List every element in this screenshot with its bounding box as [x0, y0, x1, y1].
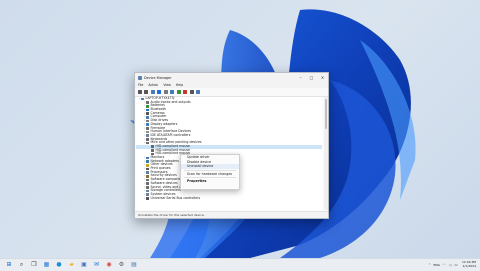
monitor-icon-glyph: [170, 90, 174, 94]
forward-icon-glyph: [144, 90, 148, 94]
search-icon[interactable]: ⌕: [18, 261, 26, 269]
security-icon: [146, 174, 149, 178]
device-manager-app-icon: [138, 75, 142, 80]
cpu-icon: [146, 171, 149, 174]
menu-separator: [184, 169, 236, 171]
edge-icon[interactable]: ●: [55, 261, 63, 269]
window-title: Device Manager: [144, 75, 172, 80]
back-icon[interactable]: [137, 90, 142, 95]
file-explorer-icon[interactable]: ▰: [68, 261, 76, 269]
monitor-icon: [146, 156, 149, 160]
clock-date: 1/1/2024: [462, 264, 476, 268]
storage-icon: [146, 189, 149, 193]
uninstall-icon[interactable]: [183, 90, 188, 95]
usb-icon: [146, 197, 149, 200]
monitor-icon[interactable]: [170, 90, 175, 95]
bluetooth-icon: [146, 108, 149, 112]
status-bar: Uninstalls the driver for the selected d…: [135, 211, 328, 218]
camera-icon: [146, 112, 149, 115]
title-bar[interactable]: Device Manager – □ ✕: [135, 73, 328, 82]
clock[interactable]: 12:00 PM 1/1/2024: [462, 261, 476, 268]
mouse-icon: [151, 149, 154, 152]
scan-icon[interactable]: [196, 90, 201, 95]
hid-icon: [146, 130, 149, 134]
language-indicator[interactable]: ENG: [434, 263, 440, 267]
properties-icon[interactable]: [150, 90, 155, 95]
taskbar: ⊞ ⌕ ❐ ▦ ● ▰ ▣ ✉ ◉ ⚙ ▤ ⌃ ENG ◠ ◁ ▭ 12:00 PM 1/1/202…: [0, 258, 480, 271]
vertical-scrollbar[interactable]: [324, 97, 328, 210]
keyboard-icon: [146, 138, 149, 141]
volume-icon[interactable]: ◁: [448, 263, 452, 267]
chrome-icon[interactable]: ◉: [105, 261, 113, 269]
update-driver-icon-glyph: [176, 90, 181, 94]
widgets-icon[interactable]: ▦: [43, 261, 51, 269]
taskbar-apps: ⊞ ⌕ ❐ ▦ ● ▰ ▣ ✉ ◉ ⚙ ▤: [5, 261, 143, 269]
wifi-icon[interactable]: ◠: [442, 263, 446, 267]
start-icon[interactable]: ⊞: [5, 261, 13, 269]
display-icon: [146, 123, 149, 126]
scan-icon-glyph: [196, 90, 200, 94]
settings-icon[interactable]: ⚙: [118, 261, 126, 269]
printer-icon: [146, 167, 149, 171]
help-icon-glyph: [157, 90, 161, 94]
system-icon: [146, 193, 149, 197]
scrollbar-thumb[interactable]: [325, 99, 327, 129]
menu-view[interactable]: View: [163, 83, 171, 87]
chevron-up-icon[interactable]: ⌃: [428, 263, 432, 267]
tree-label: Universal Serial Bus controllers: [150, 195, 201, 200]
component-icon: [146, 178, 149, 182]
properties-icon-glyph: [150, 90, 155, 94]
disk-icon: [146, 119, 149, 123]
mouse-icon: [151, 145, 154, 149]
show-hidden-icon[interactable]: [163, 90, 168, 95]
menu-action[interactable]: Action: [148, 83, 158, 87]
context-menu-item[interactable]: Scan for hardware changes: [181, 172, 239, 177]
device-category[interactable]: › Universal Serial Bus controllers: [136, 195, 322, 201]
forward-icon[interactable]: [144, 90, 149, 95]
help-icon[interactable]: [157, 90, 162, 95]
context-menu: Update driver Disable device Uninstall dev…: [180, 154, 240, 190]
menu-separator: [184, 177, 236, 179]
battery-icon: [146, 104, 149, 108]
menu-file[interactable]: File: [138, 83, 143, 87]
chip-icon: [146, 127, 149, 130]
disable-icon-glyph: [189, 90, 194, 94]
disable-icon[interactable]: [189, 90, 194, 95]
mouse-icon: [146, 141, 149, 145]
system-tray: ⌃ ENG ◠ ◁ ▭ 12:00 PM 1/1/2024: [426, 259, 476, 271]
minimize-button[interactable]: –: [295, 73, 306, 82]
close-button[interactable]: ✕: [317, 73, 328, 82]
mail-icon[interactable]: ✉: [93, 261, 101, 269]
show-hidden-icon-glyph: [163, 90, 168, 94]
speaker-icon: [146, 101, 149, 104]
back-icon-glyph: [137, 90, 142, 94]
controller-icon: [146, 134, 149, 138]
speaker-icon: [146, 186, 149, 189]
computer-icon: [146, 115, 149, 119]
warning-device-icon: [146, 163, 149, 167]
maximize-button[interactable]: □: [306, 73, 317, 82]
task-view-icon[interactable]: ❐: [30, 261, 38, 269]
uninstall-icon-glyph: [183, 90, 187, 94]
device-manager-icon[interactable]: ▤: [130, 261, 138, 269]
component-icon: [146, 182, 149, 185]
device-manager-window[interactable]: Device Manager – □ ✕ File Action View He…: [134, 72, 329, 219]
network-icon: [146, 160, 149, 163]
context-menu-item[interactable]: Properties: [181, 179, 239, 184]
menu-help[interactable]: Help: [176, 83, 183, 87]
context-menu-item[interactable]: Uninstall device: [181, 164, 239, 169]
store-icon[interactable]: ▣: [80, 261, 88, 269]
update-driver-icon[interactable]: [176, 90, 181, 95]
battery-icon[interactable]: ▭: [454, 263, 458, 267]
